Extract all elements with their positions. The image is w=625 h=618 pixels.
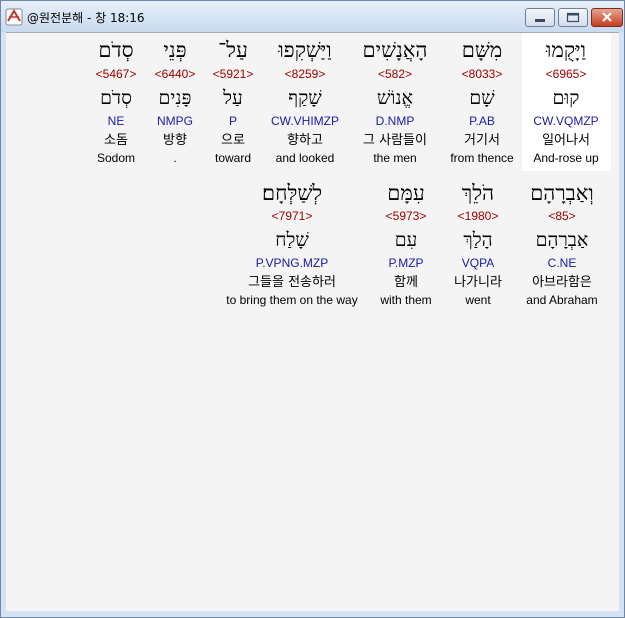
english-gloss: . [173,151,177,165]
korean-gloss: 함께 [394,275,418,290]
korean-gloss: 향하고 [287,133,323,148]
korean-gloss: 그들을 전송하러 [248,275,336,290]
maximize-icon [566,12,580,23]
strongs-number[interactable]: <8259> [255,67,355,81]
english-gloss: to bring them on the way [226,293,358,307]
strongs-number[interactable]: <5973> [371,209,441,223]
parsing-code: VQPA [461,256,495,270]
parsing-code: P.AB [469,114,495,128]
hebrew-word: וַיַּשְׁקִפוּ [278,38,332,62]
parsing-code: D.NMP [375,114,415,128]
english-gloss: from thence [450,151,514,165]
title-bar[interactable]: @원전분해 - 창 18:16 [1,1,624,32]
close-button[interactable] [591,8,623,27]
maximize-button[interactable] [558,8,588,27]
strongs-number[interactable]: <582> [345,67,445,81]
hebrew-lemma: אַבְרָהָם [535,229,589,251]
english-gloss: the men [373,151,417,165]
korean-gloss: 소돔 [104,133,128,148]
english-gloss: and Abraham [526,293,598,307]
english-gloss: toward [214,151,252,165]
korean-gloss: 그 사람들이 [363,133,427,148]
app-icon [5,8,23,26]
hebrew-word: לְשַׁלְּחָם׃ [261,181,323,205]
hebrew-lemma: שָׁם [469,87,495,109]
strongs-number[interactable]: <5921> [208,67,258,81]
app-window: @원전분해 - 창 18:16 וַיָּקֻמוּ <6965> קוּם C… [0,0,625,618]
hebrew-word: עִמָּם [387,181,425,205]
hebrew-lemma: עִם [394,229,418,251]
korean-gloss: 방향 [163,133,187,148]
hebrew-word: הֹלֵךְ [461,181,495,205]
hebrew-lemma: עַל [223,87,243,109]
hebrew-lemma: הָלַךְ [463,229,493,251]
window-title: @원전분해 - 창 18:16 [27,11,145,25]
minimize-icon [535,19,545,22]
close-icon [602,12,612,22]
hebrew-word: מִשָּׁם [461,38,503,62]
hebrew-word: סְדֹם [98,38,134,62]
english-gloss: with them [380,293,432,307]
hebrew-lemma: פָּנִים [158,87,192,109]
hebrew-word: עַל־ [218,38,248,62]
english-gloss: and looked [275,151,335,165]
parsing-code: P [228,114,237,128]
korean-gloss: 아브라함은 [532,275,592,290]
parsing-code: NE [107,114,125,128]
hebrew-word: וְאַבְרָהָם [530,181,594,205]
strongs-number[interactable]: <1980> [443,209,513,223]
parsing-code: CW.VHIMZP [271,114,339,128]
parsing-code: C.NE [547,256,577,270]
strongs-number[interactable]: <85> [507,209,617,223]
english-gloss: went [465,293,491,307]
strongs-number[interactable]: <6440> [150,67,200,81]
hebrew-lemma: שָׁקַף [288,87,322,109]
strongs-number[interactable]: <5467> [88,67,144,81]
minimize-button[interactable] [525,8,555,27]
parsing-code: P.MZP [388,256,424,270]
hebrew-lemma: אֱנוֹשׁ [377,87,413,109]
parsing-code: NMPG [157,114,193,128]
korean-gloss: 나가니라 [454,275,502,290]
strongs-number[interactable]: <8033> [432,67,532,81]
hebrew-lemma: שָׁלַח [275,229,309,251]
korean-gloss: 거기서 [464,133,500,148]
hebrew-word: הָאֲנָשִׁים [362,38,428,62]
hebrew-lemma: סְדֹם [100,87,132,109]
hebrew-word: פְּנֵי [163,38,187,62]
korean-gloss: 으로 [221,133,245,148]
english-gloss: Sodom [96,151,136,165]
strongs-number[interactable]: <7971> [212,209,372,223]
parsing-code: P.VPNG.MZP [255,256,329,270]
